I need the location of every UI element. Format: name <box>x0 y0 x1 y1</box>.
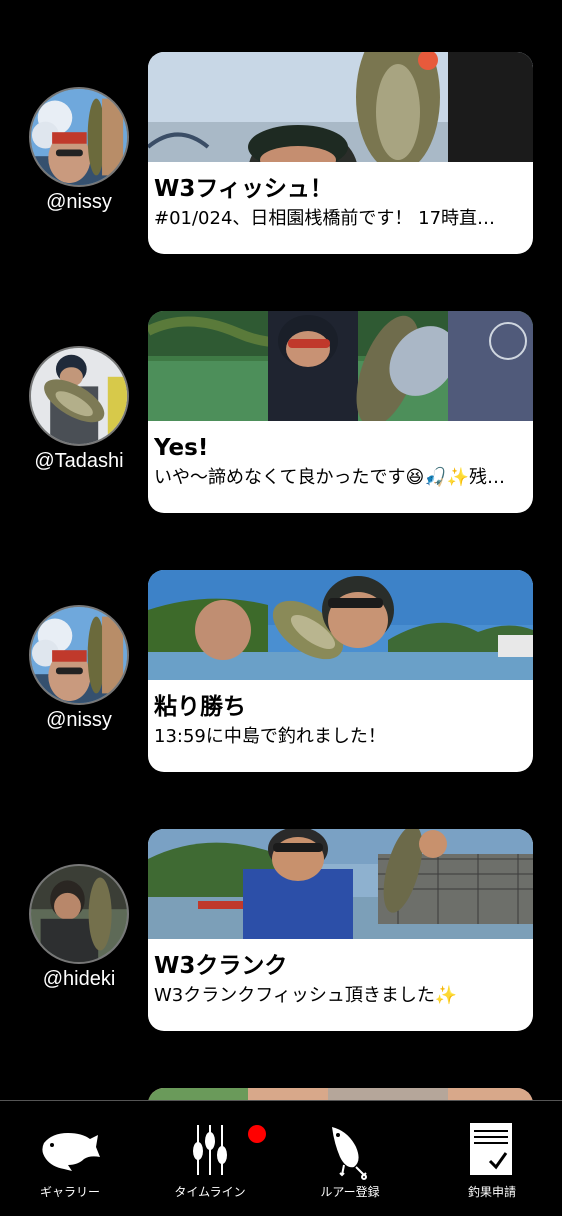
tab-catch-application[interactable]: 釣果申請 <box>422 1101 562 1216</box>
avatar[interactable] <box>29 87 129 187</box>
avatar[interactable] <box>29 346 129 446</box>
avatar[interactable] <box>29 864 129 964</box>
post-card[interactable]: W3フィッシュ！ #01/024、日相園桟橋前です！ 17時直… <box>148 52 533 254</box>
post-card[interactable]: W3クランク W3クランクフィッシュ頂きました✨ <box>148 829 533 1031</box>
post-text: 13:59に中島で釣れました！ <box>154 726 386 747</box>
post-item: @nissy W3フィッシュ！ #01/024、日相園桟橋前です！ 17時直… <box>0 52 562 254</box>
tab-gallery[interactable]: ギャラリー <box>0 1101 140 1216</box>
post-photo[interactable] <box>148 311 533 421</box>
lure-icon <box>318 1121 382 1181</box>
post-item: @hideki W3クランク W3クランクフィッシュ頂きました✨ <box>0 829 562 1031</box>
post-card[interactable]: 粘り勝ち 13:59に中島で釣れました！ <box>148 570 533 772</box>
post-title: W3クランク <box>154 953 288 979</box>
post-photo[interactable] <box>148 52 533 162</box>
tab-lure-register[interactable]: ルアー登録 <box>280 1101 420 1216</box>
document-check-icon <box>460 1121 524 1181</box>
post-text: いや〜諦めなくて良かったです😆🎣✨残… <box>154 467 506 488</box>
avatar[interactable] <box>29 605 129 705</box>
username[interactable]: @Tadashi <box>16 450 142 473</box>
post-title: Yes! <box>154 435 209 461</box>
bass-fish-icon <box>38 1121 102 1181</box>
post-photo[interactable] <box>148 829 533 939</box>
post-photo[interactable] <box>148 570 533 680</box>
post-card[interactable]: Yes! いや〜諦めなくて良かったです😆🎣✨残… <box>148 311 533 513</box>
post-title: 粘り勝ち <box>154 694 246 720</box>
post-author[interactable]: @hideki <box>16 864 142 991</box>
post-author[interactable]: @nissy <box>16 605 142 732</box>
bottom-tab-bar: ギャラリー タイムライン ルアー登録 釣果申請 <box>0 1100 562 1216</box>
post-card-peek[interactable] <box>148 1088 533 1100</box>
tab-timeline[interactable]: タイムライン <box>140 1101 280 1216</box>
post-text: W3クランクフィッシュ頂きました✨ <box>154 985 458 1006</box>
post-text: #01/024、日相園桟橋前です！ 17時直… <box>154 208 496 229</box>
tab-label: タイムライン <box>174 1185 246 1199</box>
username[interactable]: @nissy <box>16 709 142 732</box>
post-item: @nissy 粘り勝ち 13:59に中島で釣れました！ <box>0 570 562 772</box>
tab-label: 釣果申請 <box>467 1185 516 1199</box>
post-author[interactable]: @Tadashi <box>16 346 142 473</box>
post-title: W3フィッシュ！ <box>154 176 333 202</box>
username[interactable]: @hideki <box>16 968 142 991</box>
post-item: @Tadashi Yes! いや〜諦めなくて良かったです😆🎣✨残… <box>0 311 562 513</box>
username[interactable]: @nissy <box>16 191 142 214</box>
post-author[interactable]: @nissy <box>16 87 142 214</box>
timeline-feed[interactable]: @nissy W3フィッシュ！ #01/024、日相園桟橋前です！ 17時直… … <box>0 0 562 1100</box>
tab-label: ギャラリー <box>39 1185 100 1199</box>
tab-label: ルアー登録 <box>320 1185 380 1199</box>
timeline-floats-icon <box>178 1121 242 1181</box>
notification-badge <box>248 1125 266 1143</box>
